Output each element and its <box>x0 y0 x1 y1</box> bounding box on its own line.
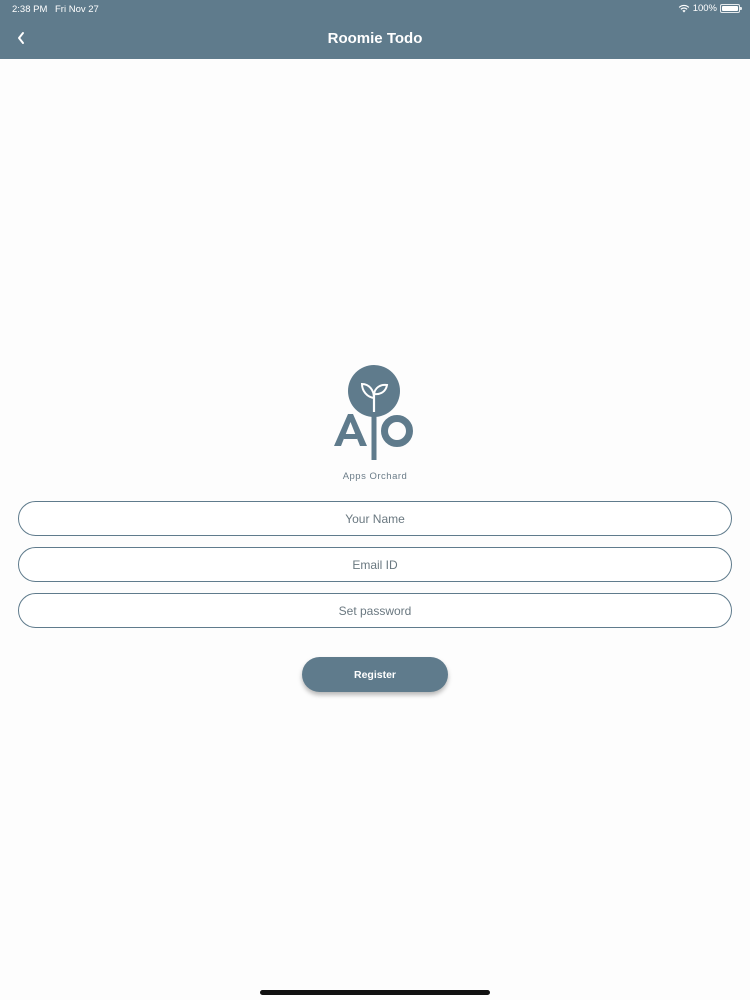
logo-caption: Apps Orchard <box>342 471 408 482</box>
status-date: Fri Nov 27 <box>55 4 99 15</box>
navigation-header: 2:38 PM Fri Nov 27 100% Roomie Todo <box>0 0 750 59</box>
apps-orchard-logo <box>334 365 413 460</box>
password-field[interactable] <box>18 593 732 628</box>
name-field[interactable] <box>18 501 732 536</box>
battery-level <box>722 6 738 11</box>
battery-icon <box>720 4 742 13</box>
home-indicator[interactable] <box>260 990 490 995</box>
status-indicators: 100% <box>678 3 742 14</box>
page-title: Roomie Todo <box>327 30 423 47</box>
status-bar: 2:38 PM Fri Nov 27 100% <box>0 0 750 18</box>
status-time: 2:38 PM <box>12 4 48 15</box>
battery-percent: 100% <box>692 3 717 14</box>
register-button[interactable]: Register <box>302 657 448 692</box>
wifi-icon <box>678 4 689 13</box>
email-field[interactable] <box>18 547 732 582</box>
